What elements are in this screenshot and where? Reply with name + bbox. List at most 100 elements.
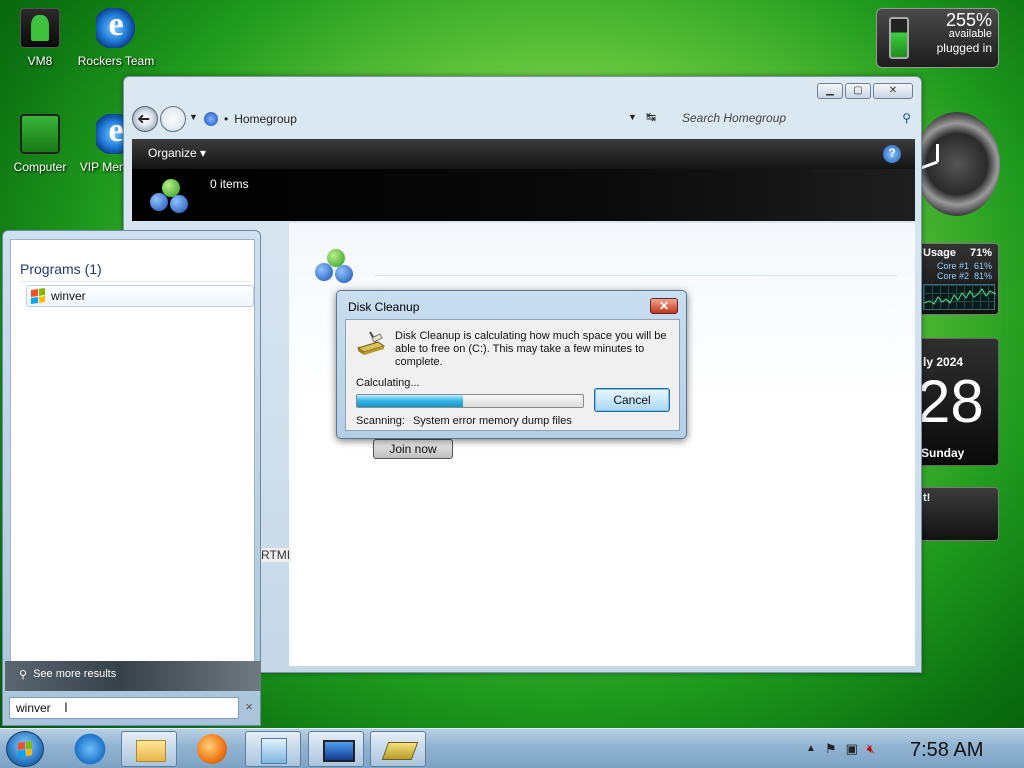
battery-state: plugged in xyxy=(936,41,992,55)
cpu-total: 71% xyxy=(969,247,992,259)
core1-value: 61% xyxy=(973,261,992,271)
cpu-graph xyxy=(923,284,997,310)
window-controls: ▁ ▢ ✕ xyxy=(817,83,913,99)
cpu-title: Usage xyxy=(923,247,957,259)
help-icon[interactable]: ? xyxy=(883,145,901,163)
search-results-panel: Programs (1) winver xyxy=(10,239,255,663)
clear-search-button[interactable]: × xyxy=(241,699,257,717)
recent-pages-dropdown[interactable]: ▼ xyxy=(189,112,198,122)
cancel-button[interactable]: Cancel xyxy=(594,388,670,412)
scanning-status: Scanning: System error memory dump files xyxy=(356,415,572,427)
clock-hand xyxy=(936,144,939,162)
search-icon: ⚲ xyxy=(19,669,28,681)
core2-value: 81% xyxy=(973,271,992,281)
disk-cleanup-icon xyxy=(356,330,386,356)
desktop-icon-label: Rockers Team xyxy=(77,54,155,68)
scanning-label: Scanning: xyxy=(356,415,405,427)
core2-label: Core #2 xyxy=(937,271,970,281)
nvidia-text: t! xyxy=(923,492,931,504)
desktop-icon-computer[interactable]: Computer xyxy=(0,114,80,174)
organize-label: Organize xyxy=(148,146,197,160)
calendar-weekday: Sunday xyxy=(921,446,965,460)
action-center-flag-icon[interactable]: ⚑ xyxy=(825,741,837,757)
volume-muted-icon[interactable]: 🔇︎ xyxy=(867,741,875,757)
system-tray: ▲ ⚑ ▣ 🔇︎ xyxy=(806,741,875,757)
close-button[interactable]: ✕ xyxy=(873,83,913,99)
cpu-meter-gadget[interactable]: Usage 71% Core #1 61% Core #2 81% xyxy=(918,243,999,315)
start-menu[interactable]: Programs (1) winver ⚲ See more results w… xyxy=(2,230,261,726)
internet-explorer-icon xyxy=(96,6,136,48)
taskbar-remote-desktop[interactable] xyxy=(308,731,364,767)
show-hidden-icons[interactable]: ▲ xyxy=(806,743,816,757)
dialog-message: Disk Cleanup is calculating how much spa… xyxy=(395,330,667,368)
network-icon[interactable]: ▣ xyxy=(846,741,858,757)
taskbar: ▲ ⚑ ▣ 🔇︎ 7:58 AM xyxy=(0,728,1024,768)
dialog-body: Disk Cleanup is calculating how much spa… xyxy=(345,319,680,431)
homegroup-small-icon xyxy=(204,112,218,126)
program-result-label: winver xyxy=(51,289,86,303)
taskbar-media-player[interactable] xyxy=(185,731,241,767)
scanning-item: System error memory dump files xyxy=(412,415,572,427)
windows-logo-icon xyxy=(18,741,32,757)
taskbar-paint[interactable] xyxy=(245,731,301,767)
start-search-value: winver xyxy=(16,701,51,715)
program-result-winver[interactable]: winver xyxy=(26,285,254,307)
organize-button[interactable]: Organize ▾ xyxy=(148,146,206,160)
see-more-label: See more results xyxy=(33,668,117,680)
chevron-down-icon: ▾ xyxy=(200,146,207,160)
vm8-icon xyxy=(20,8,60,48)
clock-gadget[interactable] xyxy=(914,112,1000,216)
computer-icon xyxy=(20,114,60,154)
forward-button[interactable] xyxy=(160,106,186,132)
progress-bar xyxy=(356,394,584,408)
programs-header: Programs (1) xyxy=(20,261,250,282)
start-search-input[interactable]: winver I xyxy=(9,697,239,719)
back-button[interactable] xyxy=(132,106,158,132)
battery-icon xyxy=(889,17,909,59)
command-bar: Organize ▾ ? xyxy=(132,139,915,169)
nvidia-gadget[interactable]: t! xyxy=(918,487,999,541)
dialog-title: Disk Cleanup xyxy=(348,300,420,314)
taskbar-internet-explorer[interactable] xyxy=(62,731,118,767)
partial-label: RTMI xyxy=(260,548,292,562)
breadcrumb-homegroup[interactable]: Homegroup xyxy=(234,112,297,126)
items-count: 0 items xyxy=(210,177,249,191)
join-now-button[interactable]: Join now xyxy=(373,439,453,459)
search-placeholder: Search Homegroup xyxy=(682,111,787,125)
desktop-icon-label: VM8 xyxy=(27,54,53,68)
content-divider xyxy=(375,275,897,276)
battery-available: available xyxy=(948,28,992,40)
homegroup-large-icon xyxy=(315,249,355,287)
battery-gadget[interactable]: 255% available plugged in xyxy=(876,8,999,68)
desktop-icon-vm8[interactable]: VM8 xyxy=(0,8,80,68)
text-cursor-icon: I xyxy=(64,699,68,715)
breadcrumb-separator: • xyxy=(224,112,229,126)
taskbar-windows-explorer[interactable] xyxy=(121,731,177,767)
see-more-results-link[interactable]: ⚲ See more results xyxy=(5,661,261,691)
address-bar[interactable]: • Homegroup ▼ ↹ xyxy=(204,108,670,130)
core1-label: Core #1 xyxy=(937,261,970,271)
address-dropdown-icon[interactable]: ▼ xyxy=(628,112,637,122)
desktop-icon-rockers-team[interactable]: Rockers Team xyxy=(76,6,156,68)
cpu-graph-line xyxy=(923,288,997,305)
taskbar-disk-cleanup[interactable] xyxy=(370,731,426,767)
calendar-day: 28 xyxy=(917,368,984,435)
disk-cleanup-dialog[interactable]: Disk Cleanup ✕ Disk Cleanup is calculati… xyxy=(336,290,687,439)
start-button[interactable] xyxy=(6,731,44,767)
maximize-button[interactable]: ▢ xyxy=(845,83,871,99)
details-pane: 0 items xyxy=(132,169,915,221)
search-homegroup-input[interactable]: Search Homegroup ⚲ xyxy=(678,108,915,130)
calendar-month: ly 2024 xyxy=(923,355,964,369)
search-icon: ⚲ xyxy=(902,111,911,125)
address-row: ▼ • Homegroup ▼ ↹ Search Homegroup ⚲ xyxy=(132,105,913,133)
windows-logo-icon xyxy=(31,288,45,304)
calendar-gadget[interactable]: ly 2024 28 Sunday xyxy=(917,338,999,466)
progress-fill xyxy=(357,395,464,407)
refresh-icon[interactable]: ↹ xyxy=(646,110,656,124)
taskbar-clock[interactable]: 7:58 AM xyxy=(910,739,983,762)
minimize-button[interactable]: ▁ xyxy=(817,83,843,99)
homegroup-icon xyxy=(150,179,190,217)
desktop-icon-label: Computer xyxy=(13,160,67,174)
dialog-close-button[interactable]: ✕ xyxy=(650,298,678,314)
calculating-label: Calculating... xyxy=(356,377,420,389)
